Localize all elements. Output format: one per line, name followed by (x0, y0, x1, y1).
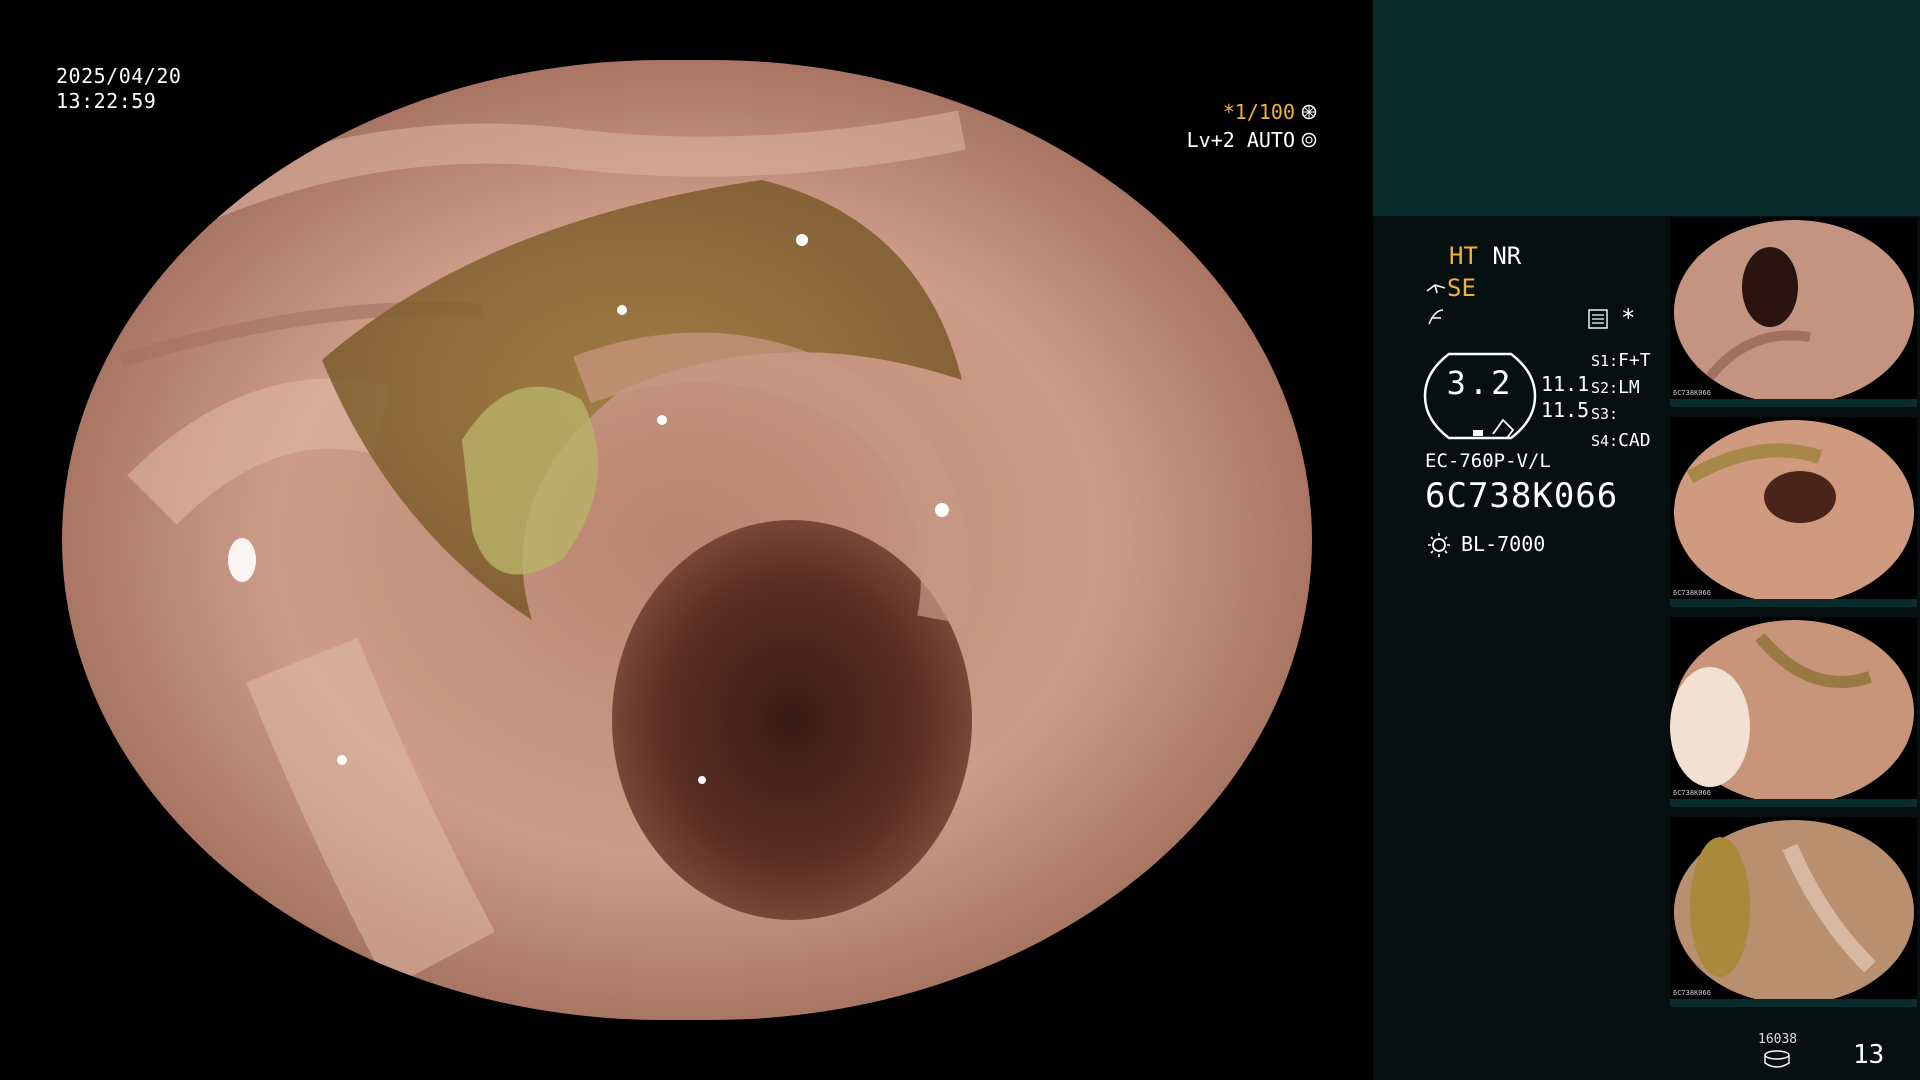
value-a: 11.1 (1541, 372, 1590, 396)
shutter-indicator: *1/100 (1223, 100, 1317, 124)
lamp-sun-icon (1428, 533, 1450, 557)
disk-icon (1764, 1050, 1790, 1068)
main-endoscope-view: 2025/04/20 13:22:59 *1/100 Lv+2 AUTO (0, 0, 1373, 1080)
light-source-row: BL-7000 (1425, 530, 1545, 558)
thumbnail-4[interactable]: 6C738K066 (1670, 817, 1917, 1007)
thumbnail-bar (1670, 799, 1917, 807)
auto-ring-icon (1301, 132, 1317, 148)
switch-s1: S1:F+T (1591, 350, 1651, 371)
scope-model: EC-760P-V/L (1425, 450, 1551, 472)
time-text: 13:22:59 (56, 89, 157, 113)
date-text: 2025/04/20 (56, 64, 182, 88)
thumbnail-3[interactable]: 6C738K066 (1670, 617, 1917, 807)
side-panel: HT NR SE * 3.2 11.1 11.5 S1:F+T S2:LM S3… (1373, 0, 1920, 1080)
gauge-value: 3.2 (1446, 364, 1514, 402)
menu-list-icon (1588, 309, 1608, 329)
settings-info: HT NR SE * 3.2 11.1 11.5 S1:F+T S2:LM S3… (1399, 240, 1689, 560)
thumbnail-1[interactable]: 6C738K066 (1670, 217, 1917, 407)
level-text: Lv+2 AUTO (1186, 128, 1295, 152)
brightness-level-indicator: Lv+2 AUTO (1187, 128, 1317, 152)
switch-s3: S3: (1591, 405, 1619, 423)
asterisk-mark: * (1621, 304, 1636, 332)
nr-label: NR (1492, 242, 1522, 270)
scope-tip-icon (1426, 284, 1446, 294)
se-row: SE (1425, 274, 1476, 302)
se-label: SE (1447, 274, 1476, 302)
thumbnail-2[interactable]: 6C738K066 (1670, 417, 1917, 607)
date-time-overlay: 2025/04/20 13:22:59 (56, 64, 181, 114)
switch-s2: S2:LM (1591, 376, 1640, 398)
shutter-text: *1/100 (1222, 100, 1295, 124)
value-b: 11.5 (1541, 398, 1590, 422)
lamp-model: BL-7000 (1461, 532, 1546, 556)
thumbnail-label: 6C738K066 (1673, 389, 1711, 397)
thumbnail-label: 6C738K066 (1673, 989, 1711, 997)
switch-s4: S4:CAD (1591, 429, 1651, 451)
side-panel-header (1373, 0, 1920, 216)
thumbnail-label: 6C738K066 (1673, 589, 1711, 597)
thumbnail-bar (1670, 399, 1917, 407)
edge-enhance-icon (1428, 309, 1444, 325)
endoscope-image (62, 60, 1312, 1020)
ht-nr-row: HT NR (1449, 242, 1521, 270)
switch-assignments: S1:F+T S2:LM S3: S4:CAD (1591, 348, 1651, 454)
shutter-gear-icon (1301, 104, 1317, 120)
thumbnail-bar (1670, 599, 1917, 607)
ht-label: HT (1449, 242, 1478, 270)
image-number: 13 (1853, 1040, 1885, 1070)
thumbnail-bar (1670, 999, 1917, 1007)
storage-count: 16038 (1758, 1032, 1798, 1047)
scope-serial: 6C738K066 (1425, 476, 1619, 516)
thumbnail-label: 6C738K066 (1673, 789, 1711, 797)
